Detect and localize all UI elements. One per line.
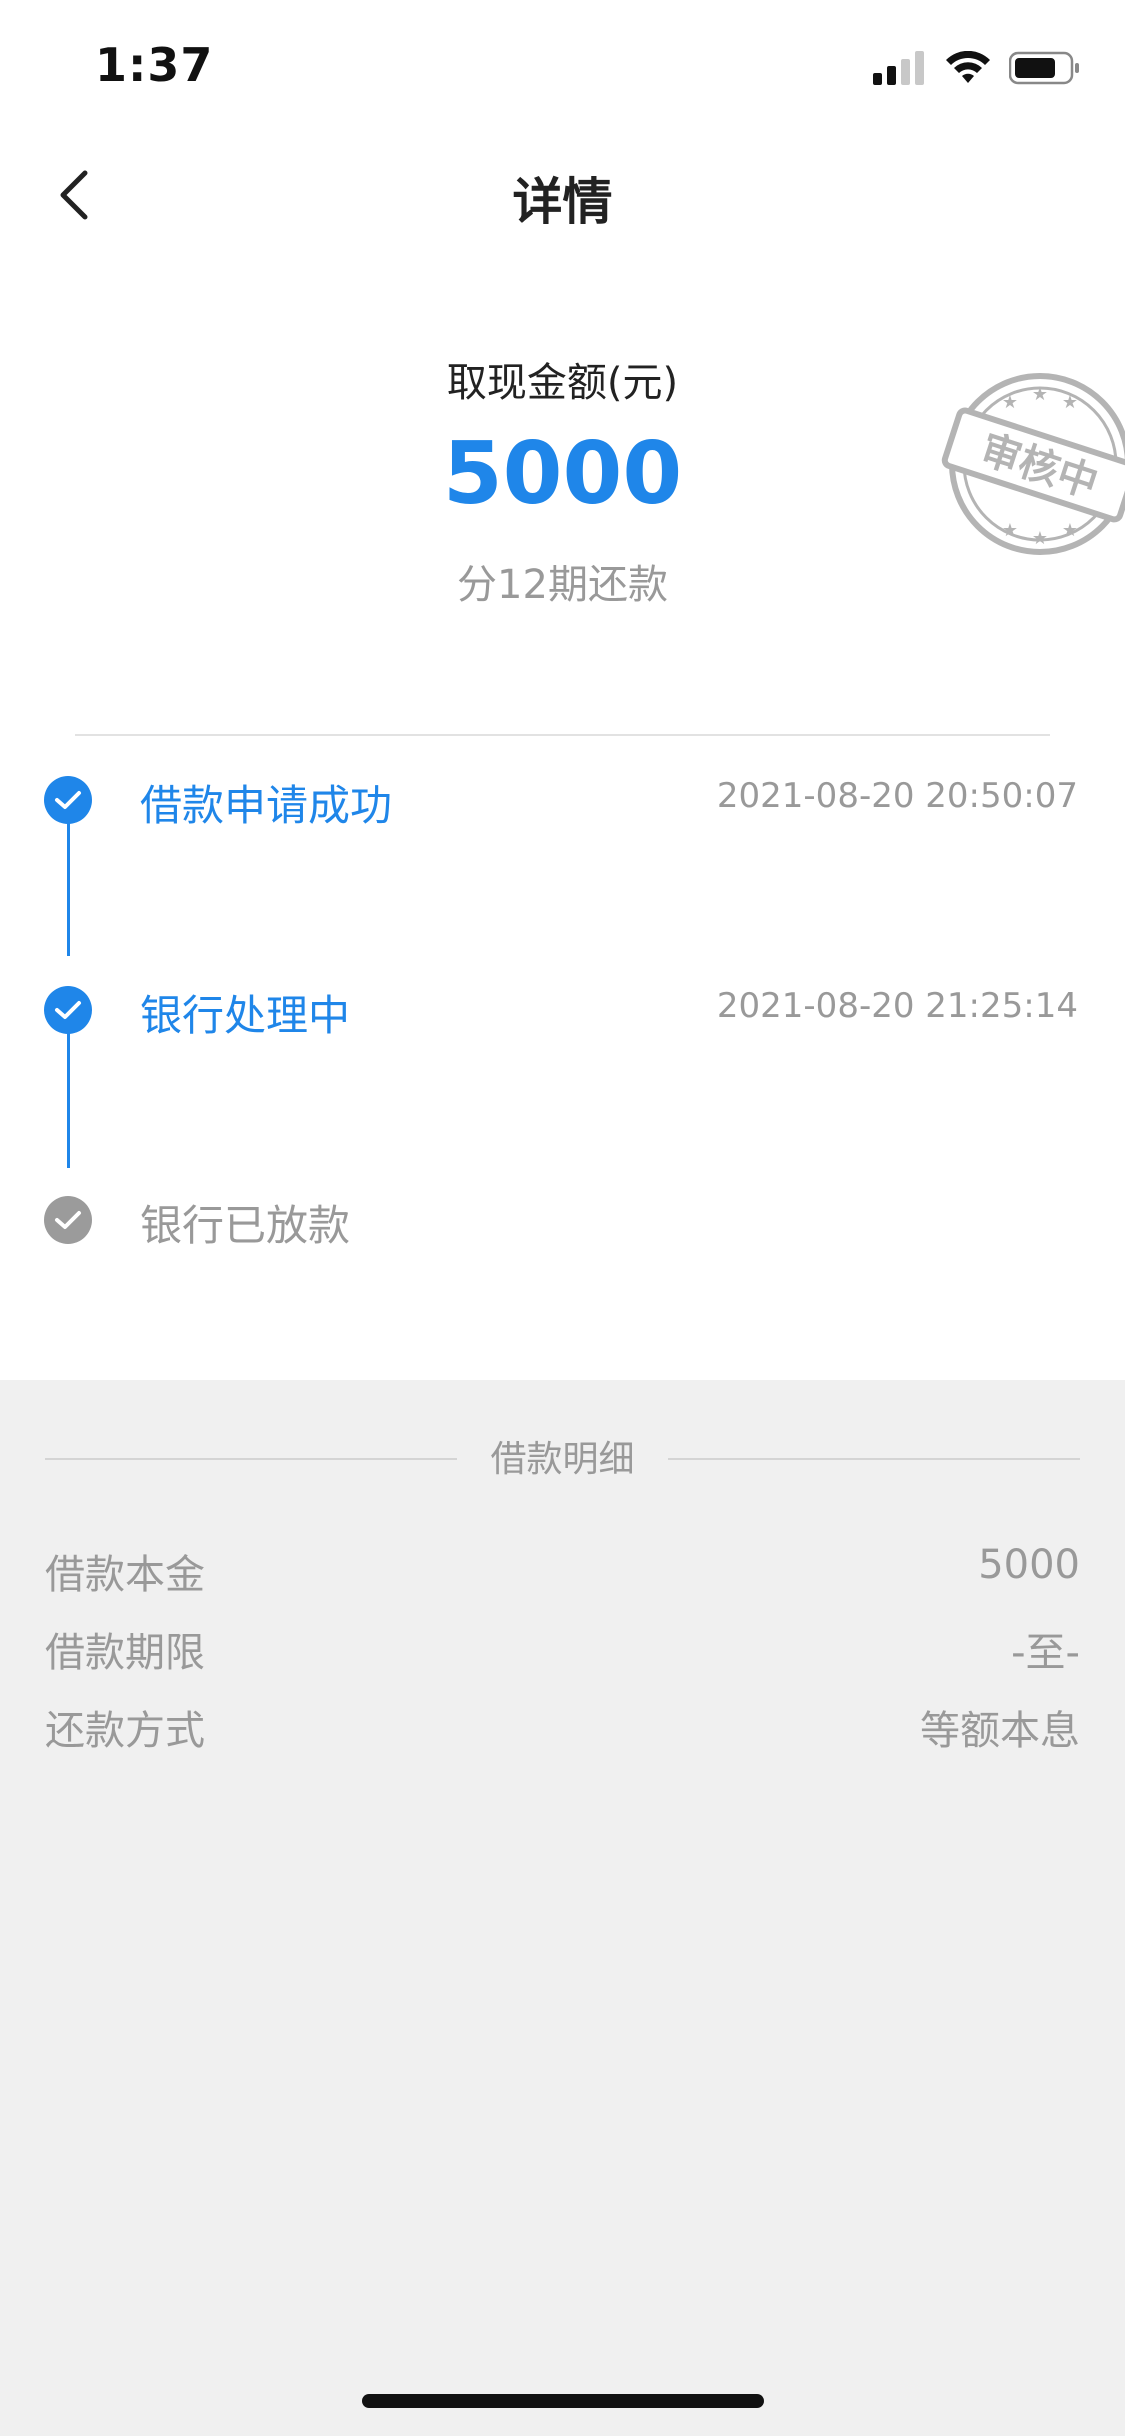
step-check-icon: [44, 1196, 92, 1244]
step-time: 2021-08-20 20:50:07: [716, 776, 1078, 816]
detail-value: 5000: [978, 1542, 1080, 1588]
timeline-step: 银行已放款: [0, 1180, 1125, 1260]
progress-timeline: 借款申请成功 2021-08-20 20:50:07 银行处理中 2021-08…: [0, 736, 1125, 1380]
svg-text:★: ★: [1062, 392, 1078, 413]
detail-label: 借款期限: [45, 1630, 205, 1676]
status-icons: [873, 50, 1081, 90]
divider: [668, 1458, 1080, 1460]
timeline-step: 借款申请成功 2021-08-20 20:50:07: [0, 760, 1125, 840]
svg-text:★: ★: [1032, 384, 1048, 405]
status-time: 1:37: [95, 38, 214, 92]
detail-label: 还款方式: [45, 1708, 205, 1754]
home-indicator[interactable]: [362, 2394, 764, 2408]
step-label: 银行处理中: [140, 991, 351, 1040]
detail-value: 等额本息: [920, 1708, 1080, 1754]
detail-label: 借款本金: [45, 1552, 205, 1598]
detail-row: 借款期限 -至-: [45, 1620, 1080, 1680]
detail-row: 还款方式 等额本息: [45, 1698, 1080, 1758]
wifi-icon: [945, 50, 991, 89]
svg-text:★: ★: [1002, 520, 1018, 541]
detail-row: 借款本金 5000: [45, 1542, 1080, 1602]
step-label: 银行已放款: [140, 1201, 351, 1250]
step-check-icon: [44, 776, 92, 824]
svg-text:★: ★: [1032, 528, 1048, 549]
svg-text:★: ★: [1002, 392, 1018, 413]
step-time: 2021-08-20 21:25:14: [716, 986, 1078, 1026]
nav-bar: 详情: [0, 132, 1125, 264]
step-check-icon: [44, 986, 92, 1034]
battery-icon: [1008, 51, 1081, 89]
status-bar: 1:37: [0, 0, 1125, 132]
details-title: 借款明细: [490, 1439, 635, 1480]
timeline-step: 银行处理中 2021-08-20 21:25:14: [0, 970, 1125, 1050]
details-header: 借款明细: [45, 1430, 1080, 1486]
page-title: 详情: [512, 173, 613, 231]
svg-text:★: ★: [1062, 520, 1078, 541]
cellular-signal-icon: [873, 51, 927, 89]
detail-value: -至-: [1011, 1630, 1080, 1676]
step-label: 借款申请成功: [140, 781, 393, 830]
withdrawal-summary: 取现金额(元) 5000 分12期还款 ★ ★ ★ ★ ★ ★ 审核中: [0, 264, 1125, 736]
timeline-connector: [67, 820, 70, 956]
loan-details: 借款明细 借款本金 5000 借款期限 -至- 还款方式 等额本息: [0, 1380, 1125, 2436]
status-stamp: ★ ★ ★ ★ ★ ★ 审核中: [940, 364, 1125, 564]
